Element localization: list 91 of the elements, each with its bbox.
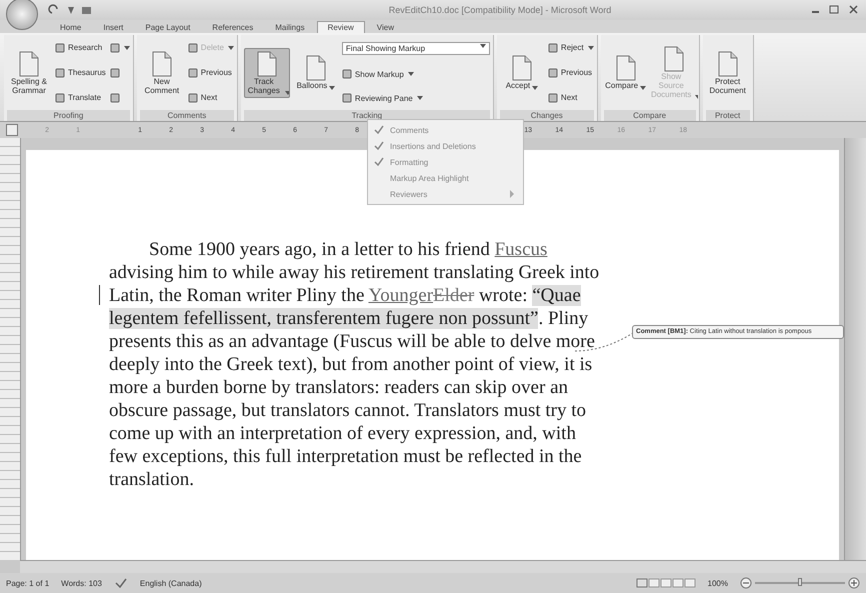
ribbon-button[interactable]: Next — [188, 92, 234, 102]
zoom-out-icon[interactable] — [740, 577, 752, 589]
ribbon-button[interactable]: Thesaurus — [55, 68, 106, 78]
horizontal-scrollbar[interactable] — [20, 560, 866, 573]
group-label: Changes — [500, 110, 594, 121]
ribbon-tab[interactable]: Review — [316, 21, 365, 33]
ribbon-tab[interactable]: View — [366, 22, 404, 33]
ribbon-button[interactable]: Previous — [548, 68, 594, 78]
zoom-in-icon[interactable] — [848, 577, 860, 589]
square-icon — [188, 68, 198, 78]
button-label: Protect Document — [708, 76, 747, 94]
document-icon — [304, 55, 328, 81]
ribbon-button[interactable]: Spelling & Grammar — [7, 48, 51, 96]
square-icon — [188, 92, 198, 102]
button-label: Show Markup — [354, 70, 404, 78]
dropdown-value: Final Showing Markup — [346, 44, 426, 53]
button-label: Thesaurus — [68, 68, 106, 77]
ribbon-button[interactable]: Accept — [500, 53, 544, 92]
slider-thumb[interactable] — [798, 578, 802, 586]
ribbon-tab[interactable]: Home — [50, 22, 92, 33]
group-label: Tracking — [244, 110, 490, 121]
ribbon-button[interactable]: Show Markup — [342, 69, 490, 79]
ribbon-tab[interactable]: Mailings — [265, 22, 315, 33]
word-count[interactable]: Words: 103 — [61, 578, 102, 588]
office-button[interactable] — [6, 0, 38, 30]
window-title: RevEditCh10.doc [Compatibility Mode] - Microsoft Word — [388, 5, 612, 15]
group-label: Protect — [706, 110, 750, 121]
square-icon — [55, 92, 65, 102]
language[interactable]: English (Canada) — [140, 578, 202, 588]
ribbon-button[interactable]: Reviewing Pane — [342, 93, 490, 103]
button-label: Delete — [200, 43, 224, 52]
button-label: New Comment — [143, 76, 180, 94]
document-icon — [716, 50, 740, 76]
button-label: Spelling & Grammar — [10, 76, 48, 94]
ribbon-button[interactable]: Reject — [548, 42, 594, 52]
button-label: Reviewing Pane — [354, 94, 413, 102]
document-icon — [254, 50, 279, 76]
zoom-level[interactable]: 100% — [708, 578, 728, 588]
button-label: Next — [560, 93, 578, 102]
group-label: Comments — [140, 110, 234, 121]
button-label: Previous — [200, 68, 232, 77]
ribbon-button[interactable]: Track Changes — [244, 48, 290, 98]
button-label: Balloons — [296, 81, 328, 90]
tab-selector[interactable] — [6, 124, 18, 136]
document-icon — [150, 50, 174, 76]
proofing-icon[interactable] — [114, 578, 128, 588]
document-icon — [614, 55, 638, 81]
square-icon — [188, 42, 198, 52]
paragraph: Some 1900 years ago, in a letter to his friend Fuscus advising him to while away his retirement translating Greek into Latin, the Roman writer Pliny the YoungerElder wrote: “Quae legentem fefellissent, transferentem fugere non possunt”. Pliny presents this as an advantage (Fuscus will be able to delve more deeply into the Greek text), but from another point of view, it is more a burden borne by translators: readers can skip over an obscure passage, but translators cannot. Translators must try to come up with an interpretation of every expression, and, with few exceptions, this full interpretation must be reflected in the translation. — [109, 238, 600, 491]
ribbon-button[interactable]: Balloons — [294, 53, 338, 92]
ribbon-button[interactable]: Protect Document — [706, 48, 750, 96]
square-icon — [548, 92, 558, 102]
view-buttons-icon[interactable] — [636, 578, 696, 588]
vertical-scrollbar[interactable] — [844, 138, 866, 560]
ribbon-tab[interactable]: Insert — [93, 22, 134, 33]
display-dropdown[interactable]: Final Showing Markup — [342, 42, 490, 55]
button-label: Translate — [68, 93, 102, 102]
ribbon-tab[interactable]: Page Layout — [135, 22, 200, 33]
square-icon — [548, 68, 558, 78]
ribbon-button[interactable]: Research — [55, 42, 106, 52]
caret-icon — [480, 44, 486, 48]
square-icon — [55, 68, 65, 78]
group-label: Compare — [604, 110, 696, 121]
square-icon — [548, 42, 558, 52]
button-label: Previous — [560, 68, 592, 77]
document-icon — [17, 50, 41, 76]
square-icon[interactable] — [110, 68, 120, 78]
square-icon[interactable] — [110, 92, 120, 102]
button-label: Compare — [605, 81, 638, 90]
button-label: Research — [68, 43, 102, 52]
button-label: Track Changes — [246, 76, 281, 94]
document-icon — [662, 46, 686, 72]
page-count[interactable]: Page: 1 of 1 — [6, 578, 50, 588]
square-icon — [55, 42, 65, 52]
ribbon-button[interactable]: New Comment — [140, 48, 184, 96]
button-label: Next — [200, 93, 218, 102]
ribbon-button[interactable]: Translate — [55, 92, 106, 102]
button-label: Accept — [506, 81, 530, 90]
window-controls-icon[interactable] — [810, 5, 860, 15]
button-label: Show Source Documents — [650, 72, 692, 99]
ribbon-button[interactable]: Compare — [604, 53, 648, 92]
caret-icon[interactable] — [124, 46, 130, 50]
ribbon-tab[interactable]: References — [202, 22, 264, 33]
square-icon[interactable] — [110, 42, 120, 52]
square-icon — [342, 93, 352, 103]
ribbon-button[interactable]: Next — [548, 92, 594, 102]
group-label: Proofing — [7, 110, 130, 121]
ribbon-button[interactable]: Previous — [188, 68, 234, 78]
button-label: Reject — [560, 43, 584, 52]
square-icon — [342, 69, 352, 79]
document-icon — [510, 55, 534, 81]
